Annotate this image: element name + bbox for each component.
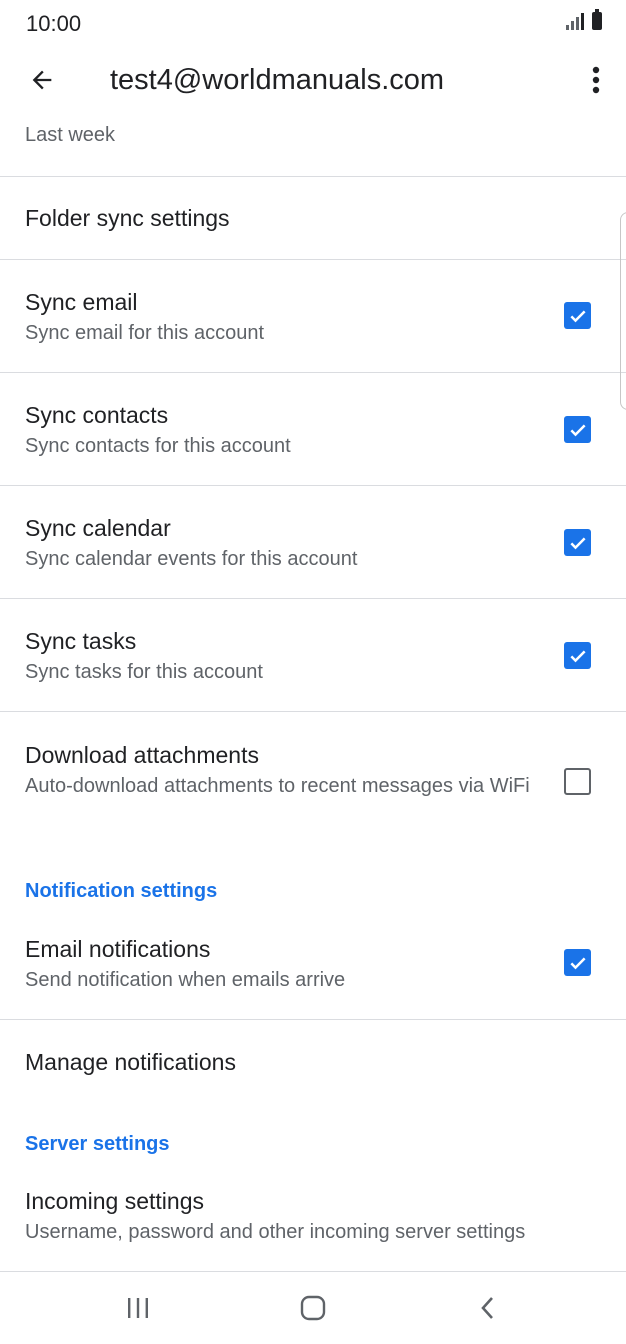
sync-contacts-checkbox[interactable]	[564, 416, 591, 443]
page-title: test4@worldmanuals.com	[110, 64, 445, 96]
download-attachments-title: Download attachments	[25, 742, 259, 768]
home-button[interactable]	[285, 1288, 341, 1328]
email-notifications-item[interactable]: Email notifications Send notification wh…	[0, 918, 626, 1018]
download-attachments-subtitle: Auto-download attachments to recent mess…	[25, 775, 530, 797]
incoming-settings-title: Incoming settings	[25, 1188, 204, 1214]
nav-back-button[interactable]	[460, 1288, 516, 1328]
check-icon	[569, 537, 586, 549]
incoming-settings-item[interactable]: Incoming settings Username, password and…	[0, 1170, 626, 1270]
recent-apps-icon	[128, 1298, 148, 1318]
sync-email-item[interactable]: Sync email Sync email for this account	[0, 260, 626, 372]
email-notifications-subtitle: Send notification when emails arrive	[25, 969, 346, 991]
sync-period-value[interactable]: Last week	[25, 124, 115, 147]
check-icon	[569, 310, 586, 322]
status-time: 10:00	[26, 11, 82, 36]
sync-calendar-subtitle: Sync calendar events for this account	[25, 548, 358, 570]
nav-back-icon	[481, 1297, 493, 1319]
download-attachments-checkbox[interactable]	[564, 768, 591, 795]
navigation-bar	[0, 1272, 626, 1344]
sync-tasks-title: Sync tasks	[25, 628, 137, 654]
back-button[interactable]	[20, 58, 64, 102]
status-icons	[566, 9, 602, 30]
sync-email-title: Sync email	[25, 289, 138, 315]
recent-apps-button[interactable]	[110, 1288, 166, 1328]
battery-icon	[592, 9, 602, 30]
sync-email-checkbox[interactable]	[564, 302, 591, 329]
manage-notifications-label: Manage notifications	[25, 1049, 236, 1075]
sync-tasks-subtitle: Sync tasks for this account	[25, 661, 263, 683]
manage-notifications-item[interactable]: Manage notifications	[0, 1020, 626, 1108]
folder-sync-settings-item[interactable]: Folder sync settings	[0, 177, 626, 259]
arrow-back-icon	[32, 70, 52, 90]
email-notifications-checkbox[interactable]	[564, 949, 591, 976]
sync-email-subtitle: Sync email for this account	[25, 322, 264, 344]
sync-tasks-checkbox[interactable]	[564, 642, 591, 669]
sync-calendar-item[interactable]: Sync calendar Sync calendar events for t…	[0, 486, 626, 598]
scrollbar[interactable]	[620, 212, 626, 410]
notification-settings-header: Notification settings	[25, 880, 218, 902]
sync-contacts-subtitle: Sync contacts for this account	[25, 435, 291, 457]
check-icon	[569, 957, 586, 969]
folder-sync-settings-label: Folder sync settings	[25, 205, 230, 231]
email-notifications-title: Email notifications	[25, 936, 211, 962]
signal-icon	[566, 12, 584, 30]
sync-calendar-checkbox[interactable]	[564, 529, 591, 556]
download-attachments-item[interactable]: Download attachments Auto-download attac…	[0, 712, 626, 852]
home-icon	[300, 1295, 326, 1321]
sync-calendar-title: Sync calendar	[25, 515, 171, 541]
sync-contacts-title: Sync contacts	[25, 402, 169, 428]
server-settings-header: Server settings	[25, 1133, 170, 1155]
check-icon	[569, 650, 586, 662]
sync-contacts-item[interactable]: Sync contacts Sync contacts for this acc…	[0, 373, 626, 485]
app-bar: test4@worldmanuals.com	[0, 50, 626, 114]
check-icon	[569, 424, 586, 436]
incoming-settings-subtitle: Username, password and other incoming se…	[25, 1221, 526, 1243]
status-bar: 10:00	[0, 0, 626, 50]
more-options-button[interactable]	[578, 58, 614, 102]
more-vert-icon	[592, 66, 600, 94]
sync-tasks-item[interactable]: Sync tasks Sync tasks for this account	[0, 599, 626, 711]
